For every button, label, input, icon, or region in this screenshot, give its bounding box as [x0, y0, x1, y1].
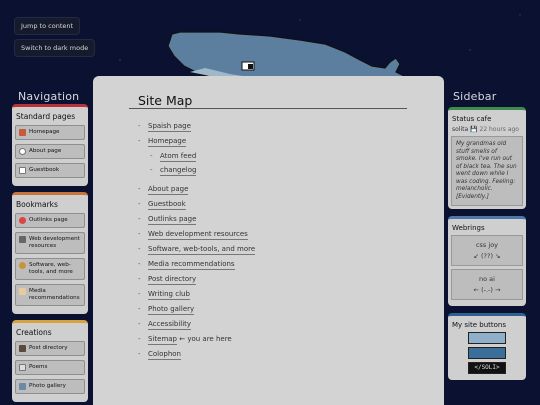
nav-link-poems[interactable]: Poems [15, 359, 85, 375]
question-icon [19, 148, 26, 155]
nav-section-bookmarks: Bookmarks Outlinks page Web development … [12, 192, 88, 314]
list-item: - Post directory [138, 275, 197, 285]
status-time: 22 hours ago [479, 126, 519, 133]
list-item: - Accessibility [138, 320, 192, 330]
nav-section-title: Creations [16, 327, 52, 337]
webring-css-joy: css joy ↙ (??) ↘ [451, 235, 523, 267]
webrings-box: Webrings css joy ↙ (??) ↘ no ai ← (-.-) … [448, 216, 526, 307]
title-divider [129, 108, 407, 109]
jump-to-content-button[interactable]: Jump to content [14, 17, 81, 35]
status-text: My grandmas old stuff smells of smoke. I… [451, 136, 523, 207]
webring-nav[interactable]: ↙ (??) ↘ [454, 252, 520, 260]
quill-icon [19, 363, 26, 371]
sitemap-link-webdev[interactable]: Web development resources [148, 230, 248, 240]
list-item: - Spaish page [138, 122, 191, 132]
sitemap-link-changelog[interactable]: changelog [160, 166, 197, 176]
list-item: - Software, web-tools, and more [138, 245, 256, 255]
nav-link-label: Outlinks page [29, 217, 68, 223]
webring-nav[interactable]: ← (-.-) → [454, 286, 520, 294]
sitemap-link-writing-club[interactable]: Writing club [148, 290, 190, 300]
nav-link-label: Guestbook [29, 167, 60, 173]
photo-icon [19, 382, 26, 390]
navigation-title: Navigation [18, 90, 80, 103]
navigation-column: Standard pages Homepage About page Guest… [12, 104, 88, 405]
sitemap-link-guestbook[interactable]: Guestbook [148, 200, 186, 210]
nav-link-about[interactable]: About page [15, 144, 85, 159]
status-cafe-box: Status cafe solita 💾 22 hours ago My gra… [448, 107, 526, 210]
nav-link-photo-gallery[interactable]: Photo gallery [15, 378, 85, 394]
nav-link-webdev[interactable]: Web development resources [15, 232, 85, 254]
main-content: Site Map - Spaish page - Homepage - Atom fe… [93, 76, 444, 405]
list-item: - Colophon [138, 350, 181, 360]
nav-link-software[interactable]: Software, web-tools, and more [15, 257, 85, 280]
sitemap-link-photo-gallery[interactable]: Photo gallery [148, 305, 195, 315]
list-item: - Photo gallery [138, 305, 195, 315]
sitemap-link-accessibility[interactable]: Accessibility [148, 320, 192, 330]
sitemap-link-spanish[interactable]: Spaish page [148, 122, 191, 132]
status-cafe-title: Status cafe [452, 115, 492, 123]
site-buttons-box: My site buttons </SOLI> [448, 313, 526, 381]
status-user-link[interactable]: solita [452, 126, 468, 133]
list-item: - About page [138, 185, 189, 195]
site-button-2[interactable] [468, 347, 506, 360]
sitemap-link-atom-feed[interactable]: Atom feed [160, 151, 197, 162]
nav-section-standard: Standard pages Homepage About page Guest… [12, 104, 88, 186]
media-icon [19, 287, 26, 295]
nav-section-title: Bookmarks [16, 200, 58, 209]
nav-link-homepage[interactable]: Homepage [15, 125, 85, 140]
nav-link-label: Photo gallery [29, 382, 66, 389]
page-title: Site Map [138, 93, 193, 108]
sitemap-link-colophon[interactable]: Colophon [148, 350, 181, 360]
nav-link-media[interactable]: Media recommendations [15, 283, 85, 306]
list-item: - Media recommendations [138, 260, 235, 270]
list-item: - Atom feed [150, 151, 197, 162]
notebook-icon [19, 344, 26, 352]
dark-mode-toggle-button[interactable]: Switch to dark mode [14, 39, 96, 57]
list-item: - Writing club [138, 290, 190, 300]
nav-link-guestbook[interactable]: Guestbook [15, 163, 85, 178]
list-item: - changelog [150, 166, 197, 176]
nav-link-label: Software, web-tools, and more [29, 261, 73, 275]
list-item: - Homepage [138, 137, 187, 147]
nav-link-label: About page [29, 148, 62, 154]
nav-link-label: Media recommendations [29, 287, 80, 301]
nav-section-creations: Creations Post directory Poems Photo gal… [12, 319, 88, 402]
nav-section-title: Standard pages [16, 112, 76, 121]
nav-link-post-directory[interactable]: Post directory [15, 340, 85, 356]
webring-name[interactable]: no ai [454, 275, 520, 283]
sitemap-link-sitemap[interactable]: Sitemap [148, 335, 177, 345]
list-item: - Outlinks page [138, 215, 197, 225]
nav-link-label: Poems [29, 363, 48, 370]
webrings-title: Webrings [452, 224, 485, 233]
nav-link-label: Post directory [29, 344, 68, 351]
status-meta: solita 💾 22 hours ago [452, 126, 522, 133]
list-item: - Sitemap ← you are here [138, 335, 232, 345]
sitemap-link-about[interactable]: About page [148, 185, 189, 195]
gear-icon [19, 261, 26, 269]
floppy-icon: 💾 [470, 126, 478, 133]
sidebar-column: Status cafe solita 💾 22 hours ago My gra… [448, 107, 526, 387]
site-button-1[interactable] [468, 332, 506, 345]
sitemap-link-outlinks[interactable]: Outlinks page [148, 215, 197, 225]
house-icon [19, 129, 26, 136]
webring-no-ai: no ai ← (-.-) → [451, 269, 523, 301]
sitemap-list: - Spaish page - Homepage - Atom feed - chang… [138, 122, 256, 366]
nav-link-label: Web development resources [29, 236, 80, 249]
nav-link-outlinks[interactable]: Outlinks page [15, 213, 85, 228]
sidebar-title: Sidebar [453, 90, 497, 103]
sitemap-link-post-directory[interactable]: Post directory [148, 275, 197, 285]
sitemap-link-homepage[interactable]: Homepage [148, 137, 187, 147]
site-buttons-title: My site buttons [452, 321, 507, 330]
sitemap-link-media[interactable]: Media recommendations [148, 260, 235, 270]
tools-icon [19, 236, 26, 243]
heart-icon [19, 217, 26, 224]
webring-name[interactable]: css joy [454, 241, 520, 249]
book-icon [19, 167, 26, 174]
list-item: - Web development resources [138, 230, 248, 240]
nav-link-label: Homepage [29, 129, 60, 135]
list-item: - Guestbook [138, 200, 186, 210]
you-are-here-note: ← you are here [179, 335, 232, 343]
site-button-3[interactable]: </SOLI> [468, 362, 506, 375]
sitemap-link-software[interactable]: Software, web-tools, and more [148, 245, 256, 255]
